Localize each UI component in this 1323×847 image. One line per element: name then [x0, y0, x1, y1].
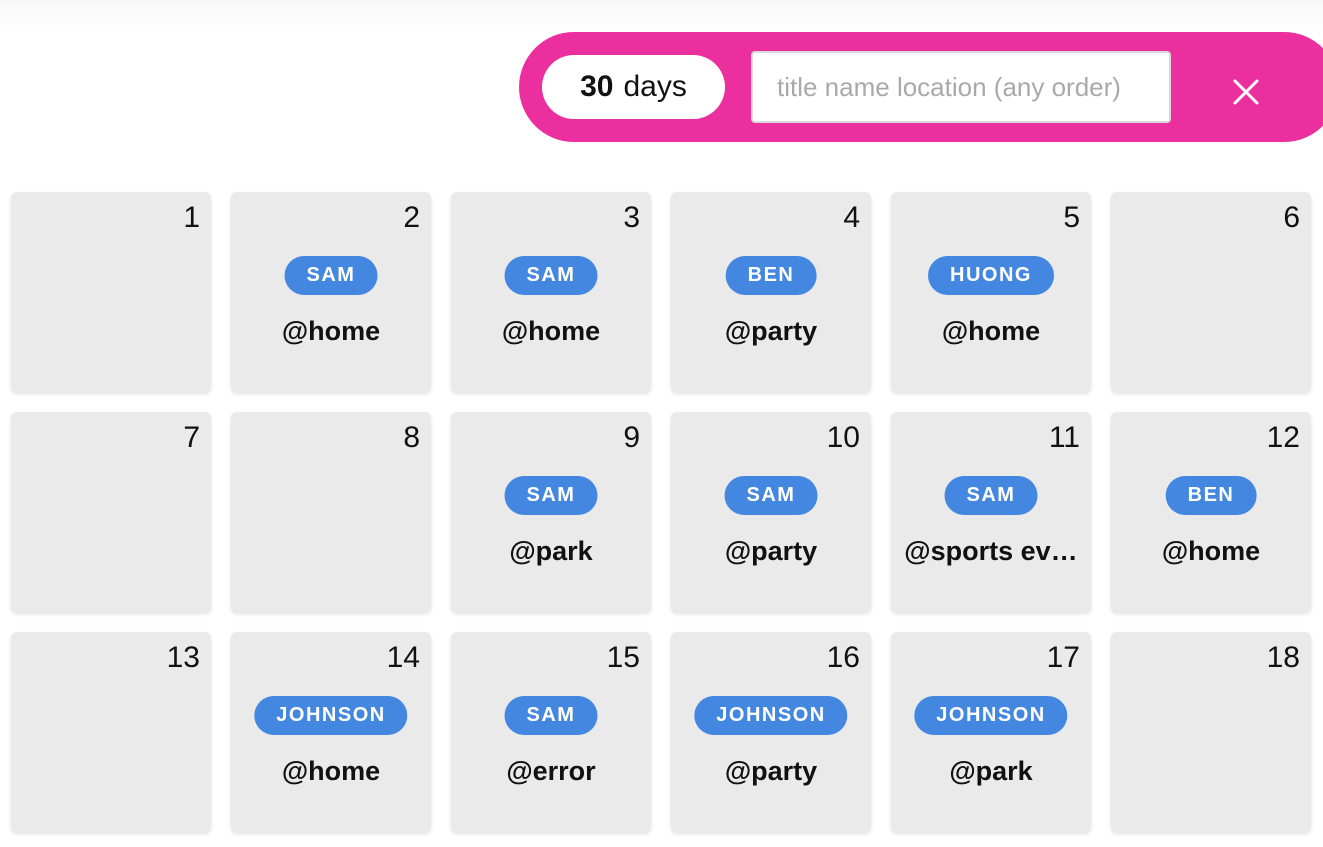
day-number: 8 — [403, 421, 420, 454]
event-location: @home — [941, 316, 1041, 346]
day-cell[interactable]: 1 — [11, 192, 211, 392]
person-badge: SAM — [504, 696, 598, 735]
event-location: @party — [724, 536, 818, 566]
day-number: 2 — [403, 201, 420, 234]
person-badge: JOHNSON — [914, 696, 1068, 735]
day-cell[interactable]: 11 SAM @sports ev… — [891, 412, 1091, 612]
day-cell[interactable]: 15 SAM @error — [451, 632, 651, 832]
filter-bar: 30 days — [519, 32, 1323, 142]
day-cell[interactable]: 4 BEN @party — [671, 192, 871, 392]
day-number: 16 — [826, 641, 860, 674]
event-location: @party — [724, 756, 818, 786]
day-number: 18 — [1266, 641, 1300, 674]
person-badge: JOHNSON — [694, 696, 848, 735]
event-location: @sports ev… — [904, 536, 1078, 566]
day-cell[interactable]: 13 — [11, 632, 211, 832]
day-cell[interactable]: 17 JOHNSON @park — [891, 632, 1091, 832]
day-number: 1 — [183, 201, 200, 234]
close-button[interactable] — [1219, 67, 1273, 117]
person-badge: BEN — [1165, 476, 1257, 515]
day-number: 5 — [1063, 201, 1080, 234]
day-cell[interactable]: 3 SAM @home — [451, 192, 651, 392]
day-cell[interactable]: 18 — [1111, 632, 1311, 832]
person-badge: SAM — [944, 476, 1038, 515]
day-number: 14 — [386, 641, 420, 674]
close-icon — [1233, 79, 1259, 105]
event-location: @home — [501, 316, 601, 346]
day-number: 12 — [1266, 421, 1300, 454]
days-count: 30 — [580, 70, 614, 103]
day-number: 13 — [166, 641, 200, 674]
day-cell[interactable]: 9 SAM @park — [451, 412, 651, 612]
day-number: 11 — [1048, 421, 1080, 454]
top-shadow — [0, 0, 1323, 30]
person-badge: BEN — [725, 256, 817, 295]
day-number: 6 — [1283, 201, 1300, 234]
day-cell[interactable]: 10 SAM @party — [671, 412, 871, 612]
day-cell[interactable]: 16 JOHNSON @party — [671, 632, 871, 832]
day-cell[interactable]: 6 — [1111, 192, 1311, 392]
day-cell[interactable]: 5 HUONG @home — [891, 192, 1091, 392]
day-number: 9 — [623, 421, 640, 454]
search-input[interactable] — [751, 51, 1171, 123]
event-location: @party — [724, 316, 818, 346]
event-location: @park — [509, 536, 593, 566]
day-cell[interactable]: 8 — [231, 412, 431, 612]
event-location: @home — [281, 756, 381, 786]
day-number: 15 — [606, 641, 640, 674]
person-badge: SAM — [724, 476, 818, 515]
person-badge: SAM — [504, 476, 598, 515]
person-badge: JOHNSON — [254, 696, 408, 735]
day-number: 17 — [1046, 641, 1080, 674]
day-number: 3 — [623, 201, 640, 234]
day-cell[interactable]: 2 SAM @home — [231, 192, 431, 392]
person-badge: HUONG — [928, 256, 1054, 295]
day-cell[interactable]: 14 JOHNSON @home — [231, 632, 431, 832]
event-location: @error — [506, 756, 596, 786]
days-label: days — [623, 70, 687, 103]
event-location: @home — [1161, 536, 1261, 566]
person-badge: SAM — [504, 256, 598, 295]
event-location: @park — [949, 756, 1033, 786]
days-range-button[interactable]: 30 days — [542, 55, 725, 119]
day-number: 4 — [843, 201, 860, 234]
event-location: @home — [281, 316, 381, 346]
day-cell[interactable]: 12 BEN @home — [1111, 412, 1311, 612]
person-badge: SAM — [284, 256, 378, 295]
day-number: 10 — [826, 421, 860, 454]
day-cell[interactable]: 7 — [11, 412, 211, 612]
day-number: 7 — [183, 421, 200, 454]
calendar-grid: 1 2 SAM @home 3 SAM @home 4 BEN @party 5… — [11, 192, 1311, 832]
